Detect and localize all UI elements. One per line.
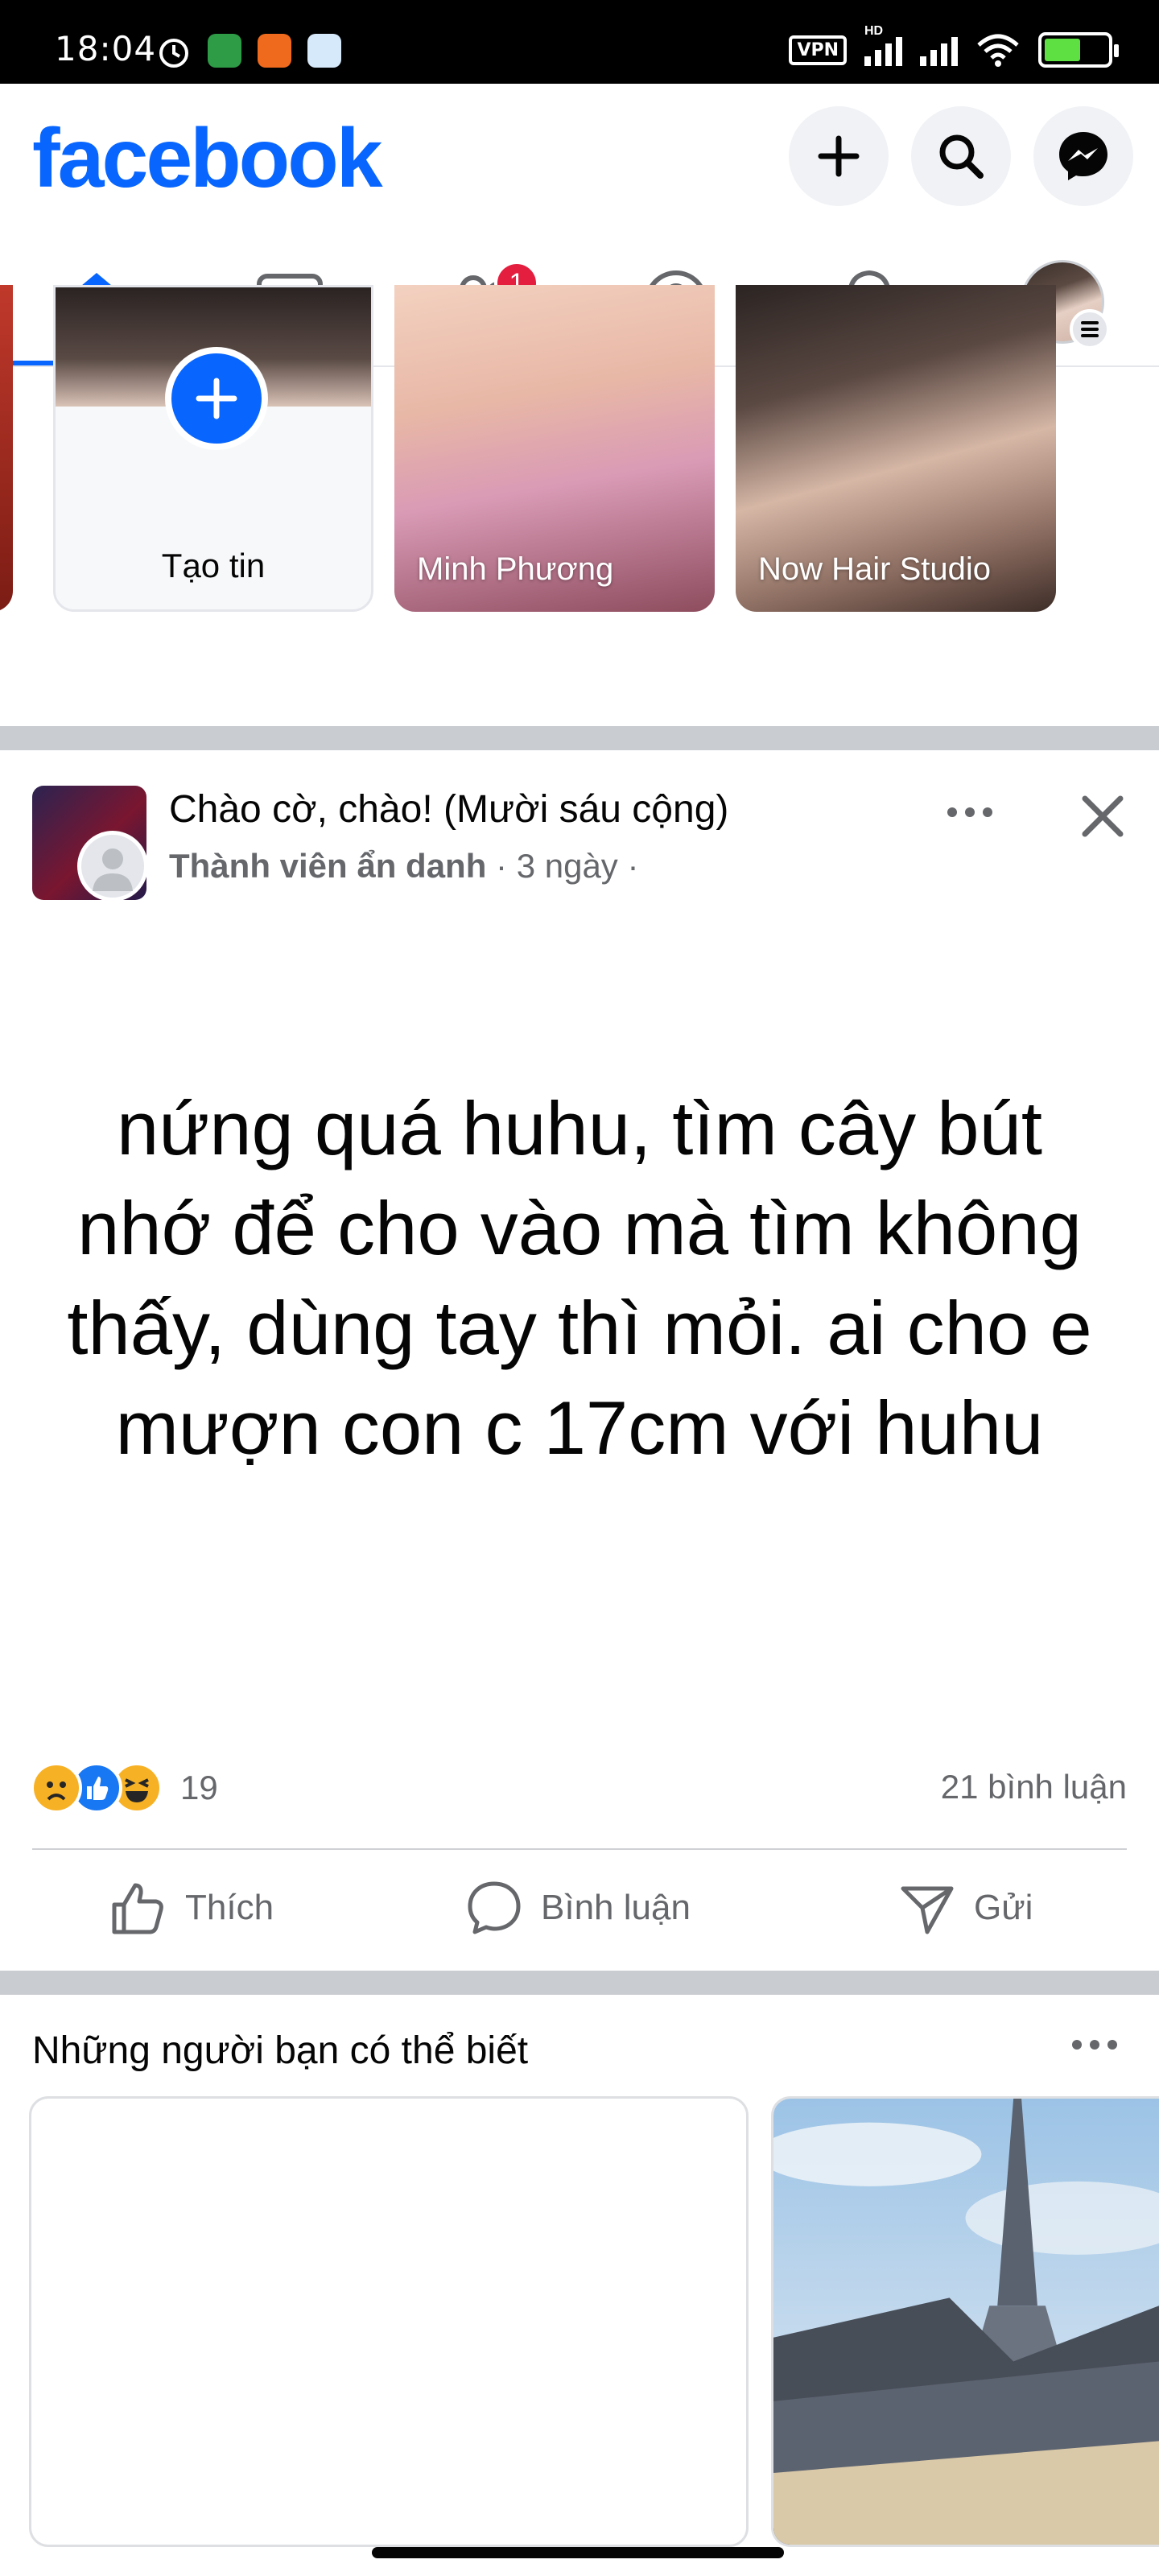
temple-photo xyxy=(773,2099,1159,2545)
hide-post-button[interactable] xyxy=(1070,784,1135,848)
create-button[interactable] xyxy=(789,106,889,206)
search-icon xyxy=(939,134,984,179)
hd-signal-icon: HD xyxy=(864,24,902,66)
battery-icon xyxy=(1038,32,1119,68)
status-time: 18:04 xyxy=(55,29,157,68)
like-button[interactable]: Thích xyxy=(109,1869,274,1946)
more-icon xyxy=(1072,2040,1117,2050)
post-header: Chào cờ, chào! (Mười sáu cộng) Thành viê… xyxy=(0,757,1159,918)
status-bar: 18:04 VPN HD xyxy=(0,0,1159,84)
create-story-label: Tạo tin xyxy=(161,547,266,584)
close-icon xyxy=(1082,795,1124,837)
pymk-card[interactable] xyxy=(771,2096,1159,2547)
post-body-text: nứng quá huhu, tìm cây bút nhớ để cho và… xyxy=(67,1086,1092,1470)
send-button[interactable]: Gửi xyxy=(898,1869,1033,1946)
pymk-title: Những người bạn có thể biết xyxy=(32,2029,529,2072)
story-name: Now Hair Studio xyxy=(758,551,992,587)
story-card[interactable]: Now Hair Studio xyxy=(736,285,1056,612)
sad-reaction-icon xyxy=(31,1762,82,1814)
signal-icon xyxy=(920,34,958,66)
section-divider xyxy=(0,1971,1159,1995)
vpn-icon: VPN xyxy=(789,35,847,65)
reaction-count: 19 xyxy=(180,1769,218,1806)
wifi-icon xyxy=(977,34,1019,67)
comment-icon xyxy=(468,1881,521,1934)
plus-icon xyxy=(196,378,237,419)
more-icon xyxy=(947,807,992,817)
like-label: Thích xyxy=(185,1888,274,1927)
battery-fill xyxy=(1045,39,1081,61)
anonymous-avatar xyxy=(77,831,148,902)
send-label: Gửi xyxy=(974,1888,1033,1927)
add-story-button[interactable] xyxy=(165,347,268,450)
send-icon xyxy=(901,1886,954,1934)
story-card[interactable]: Minh Phương xyxy=(394,285,715,612)
post-time: · 3 ngày · xyxy=(496,847,639,885)
story-name: Minh Phương xyxy=(417,551,614,587)
security-app-icon xyxy=(208,34,241,68)
sun-app-icon xyxy=(258,34,291,68)
post-author[interactable]: Thành viên ẩn danh xyxy=(169,847,486,885)
status-icons: VPN HD xyxy=(789,24,1119,69)
reactions-summary[interactable]: 19 xyxy=(31,1760,218,1816)
comment-button[interactable]: Bình luận xyxy=(465,1869,691,1946)
action-divider xyxy=(32,1848,1127,1850)
post-meta: Thành viên ẩn danh · 3 ngày · xyxy=(169,847,638,886)
group-name[interactable]: Chào cờ, chào! (Mười sáu cộng) xyxy=(169,787,728,832)
person-icon xyxy=(93,848,133,891)
pymk-options-button[interactable] xyxy=(1062,2021,1127,2069)
plus-icon xyxy=(818,135,860,177)
section-divider xyxy=(0,726,1159,750)
alarm-icon xyxy=(159,39,188,68)
weather-icon xyxy=(307,34,341,68)
messenger-icon xyxy=(1059,132,1107,180)
comments-count[interactable]: 21 bình luận xyxy=(941,1768,1127,1806)
thumbs-up-icon xyxy=(112,1883,163,1934)
messenger-button[interactable] xyxy=(1033,106,1133,206)
create-story-card[interactable]: Tạo tin xyxy=(53,285,373,612)
stories-row: Tạo tin Minh Phương Now Hair Studio xyxy=(0,285,1159,726)
post-options-button[interactable] xyxy=(942,784,998,840)
comment-label: Bình luận xyxy=(541,1888,691,1927)
hd-label: HD xyxy=(864,24,884,38)
home-indicator[interactable] xyxy=(372,2547,784,2558)
facebook-logo[interactable]: facebook xyxy=(32,111,383,207)
pymk-card[interactable] xyxy=(29,2096,749,2547)
search-button[interactable] xyxy=(911,106,1011,206)
story-card-partial[interactable] xyxy=(0,285,13,612)
